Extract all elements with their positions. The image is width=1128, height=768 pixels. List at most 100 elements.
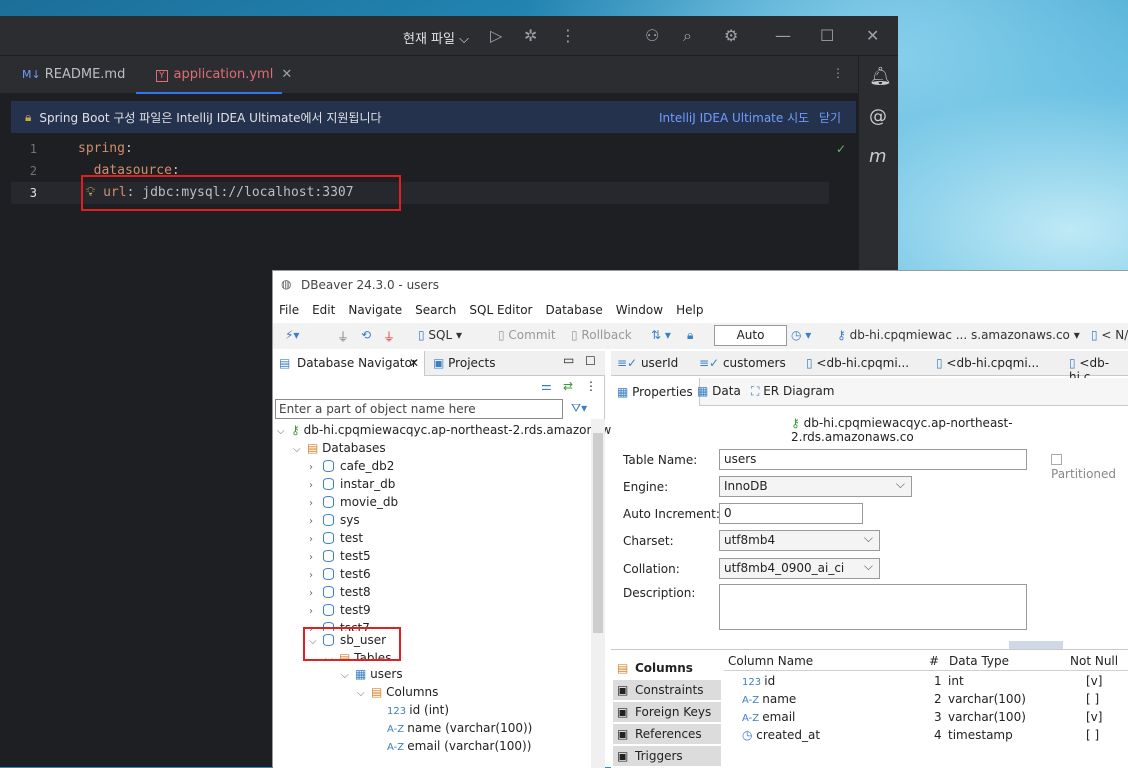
sql-editor-button[interactable]: ▯ SQL ▾: [418, 328, 462, 342]
menu-window[interactable]: Window: [616, 303, 663, 317]
maven-icon[interactable]: m: [869, 146, 887, 167]
tree-db-sys[interactable]: › sys: [309, 511, 360, 529]
header-ordinal[interactable]: #: [929, 654, 939, 668]
tab-close-icon[interactable]: ✕: [281, 67, 292, 82]
description-textarea[interactable]: [719, 584, 1027, 630]
more-icon[interactable]: ⋮: [560, 26, 576, 45]
connect-icon[interactable]: ⏚: [337, 328, 349, 345]
notifications-icon[interactable]: 🔔︎: [869, 66, 892, 87]
commit-button[interactable]: ▯ Commit: [498, 328, 556, 342]
history-icon[interactable]: ◷ ▾: [791, 328, 811, 342]
line-numbers: 1 2 3: [29, 142, 37, 200]
table-row[interactable]: A-Z name: [742, 690, 796, 708]
side-tab-constraints[interactable]: ▣ Constraints: [613, 680, 721, 700]
tree-db-test[interactable]: › test: [309, 529, 363, 547]
menu-edit[interactable]: Edit: [312, 303, 335, 317]
ai-assistant-icon[interactable]: @: [869, 106, 887, 127]
engine-select[interactable]: InnoDB: [719, 475, 912, 497]
disconnect-icon[interactable]: ⏚: [383, 328, 395, 345]
table-row[interactable]: 123 id: [742, 672, 775, 690]
tab-sql-1[interactable]: ▯ <db-hi.cpqmi...: [806, 356, 909, 370]
maximize-view-icon[interactable]: ☐: [585, 354, 596, 368]
tab-customers[interactable]: ≡✓ customers: [699, 356, 786, 370]
menu-database[interactable]: Database: [545, 303, 602, 317]
dismiss-link[interactable]: 닫기: [819, 109, 841, 126]
tree-table-users[interactable]: ⌵ ▦ users: [341, 665, 403, 683]
tree-db-instar-db[interactable]: › instar_db: [309, 475, 395, 493]
side-tab-columns[interactable]: ▤ Columns: [613, 658, 721, 678]
side-tab-references[interactable]: ▣ References: [613, 724, 721, 744]
tree-col-id[interactable]: 123 id (int): [387, 701, 449, 719]
menu-search[interactable]: Search: [415, 303, 456, 317]
run-config-dropdown[interactable]: 현재 파일 ⌵: [403, 28, 469, 47]
auto-increment-input[interactable]: 0: [719, 503, 863, 524]
splitter-handle[interactable]: [1009, 641, 1063, 649]
tree-db-test5[interactable]: › test5: [309, 547, 371, 565]
tree-db-movie-db[interactable]: › movie_db: [309, 493, 398, 511]
collation-select[interactable]: utf8mb4_0900_ai_ci: [719, 557, 880, 579]
try-ultimate-link[interactable]: IntelliJ IDEA Ultimate 시도: [659, 109, 809, 126]
debug-icon[interactable]: ✲: [524, 26, 537, 45]
header-data-type[interactable]: Data Type: [949, 654, 1009, 668]
tree-db-cafe-db2[interactable]: › cafe_db2: [309, 457, 394, 475]
tab-er-diagram[interactable]: ⛶ ER Diagram: [751, 384, 834, 399]
tab-properties[interactable]: ▦ Properties: [611, 378, 700, 406]
run-icon[interactable]: ▷: [490, 26, 502, 45]
object-filter-input[interactable]: Enter a part of object name here: [275, 399, 563, 419]
filter-icon[interactable]: ⛛▾: [571, 401, 587, 416]
new-connection-icon[interactable]: ⚡▾: [285, 328, 299, 342]
auto-commit-field[interactable]: Auto: [714, 325, 787, 346]
transaction-mode-icon[interactable]: ⇅ ▾: [651, 328, 671, 342]
side-tab-foreign-keys[interactable]: ▣ Foreign Keys: [613, 702, 721, 722]
minimize-view-icon[interactable]: ▭: [563, 353, 574, 367]
tree-db-test8[interactable]: › test8: [309, 583, 371, 601]
tab-sql-2[interactable]: ▯ <db-hi.cpqmi...: [936, 356, 1039, 370]
minimize-icon[interactable]: —: [775, 26, 791, 45]
table-name-input[interactable]: users: [719, 449, 1027, 470]
tree-columns[interactable]: ⌵ ▤ Columns: [357, 683, 438, 701]
tab-projects[interactable]: ▣ Projects: [433, 356, 495, 370]
menu-sql-editor[interactable]: SQL Editor: [469, 303, 532, 317]
table-row[interactable]: A-Z email: [742, 708, 795, 726]
reconnect-icon[interactable]: ⟲: [361, 328, 371, 342]
label-charset: Charset:: [623, 534, 674, 548]
search-icon[interactable]: ⌕: [683, 26, 692, 46]
menu-help[interactable]: Help: [676, 303, 703, 317]
tabs-more-icon[interactable]: ⋮: [832, 66, 844, 80]
dbeaver-window: ◍ DBeaver 24.3.0 - users File Edit Navig…: [272, 270, 1128, 768]
close-tab-icon[interactable]: ✕: [409, 356, 419, 370]
lock-icon[interactable]: 🔒︎: [687, 328, 693, 343]
tab-application-yml[interactable]: Yapplication.yml ✕: [136, 56, 292, 94]
charset-select[interactable]: utf8mb4: [719, 529, 880, 551]
tree-col-name[interactable]: A-Z name (varchar(100)): [387, 719, 532, 737]
close-icon[interactable]: ✕: [866, 26, 879, 45]
tree-databases[interactable]: ⌵ ▤ Databases: [293, 439, 386, 457]
columns-section: ▤ Columns ▣ Constraints ▣ Foreign Keys ▣ Ref…: [611, 649, 1128, 768]
rollback-button[interactable]: ▯ Rollback: [571, 328, 632, 342]
header-not-null[interactable]: Not Null: [1070, 654, 1118, 668]
add-user-icon[interactable]: ⚇: [645, 26, 659, 45]
tree-connection[interactable]: ⌵ ⚷ db-hi.cpqmiewacqyc.ap-northeast-2.rds…: [277, 421, 618, 439]
maximize-icon[interactable]: ☐: [820, 26, 834, 45]
collapse-all-icon[interactable]: ⚌: [541, 379, 552, 393]
tab-readme[interactable]: M↓ README.md: [0, 56, 125, 94]
tree-col-email[interactable]: A-Z email (varchar(100)): [387, 737, 531, 755]
tab-data[interactable]: ▦ Data: [697, 384, 741, 398]
table-row[interactable]: ◷ created_at: [742, 726, 820, 744]
partitioned-checkbox[interactable]: Partitioned: [1051, 453, 1128, 481]
active-schema-selector[interactable]: ▯ < N/: [1091, 328, 1128, 342]
settings-icon[interactable]: ⚙: [724, 26, 738, 45]
tab-userid[interactable]: ≡✓ userId: [617, 356, 678, 370]
tree-db-test9[interactable]: › test9: [309, 601, 371, 619]
link-editor-icon[interactable]: ⇄: [563, 379, 573, 393]
navigator-scrollbar[interactable]: [591, 419, 605, 768]
view-menu-icon[interactable]: ⋮: [585, 379, 597, 393]
side-tab-triggers[interactable]: ▣ Triggers: [613, 746, 721, 766]
connection-label: ⚷ db-hi.cpqmiewacqyc.ap-northeast-2.rds.…: [791, 416, 1013, 444]
active-connection-selector[interactable]: ⚷ db-hi.cpqmiewac ... s.amazonaws.co ▾: [837, 328, 1080, 342]
tab-database-navigator[interactable]: ▤ Database Navigator ✕: [273, 351, 425, 376]
tree-db-test6[interactable]: › test6: [309, 565, 371, 583]
menu-navigate[interactable]: Navigate: [348, 303, 402, 317]
header-column-name[interactable]: Column Name: [728, 654, 813, 668]
menu-file[interactable]: File: [279, 303, 299, 317]
